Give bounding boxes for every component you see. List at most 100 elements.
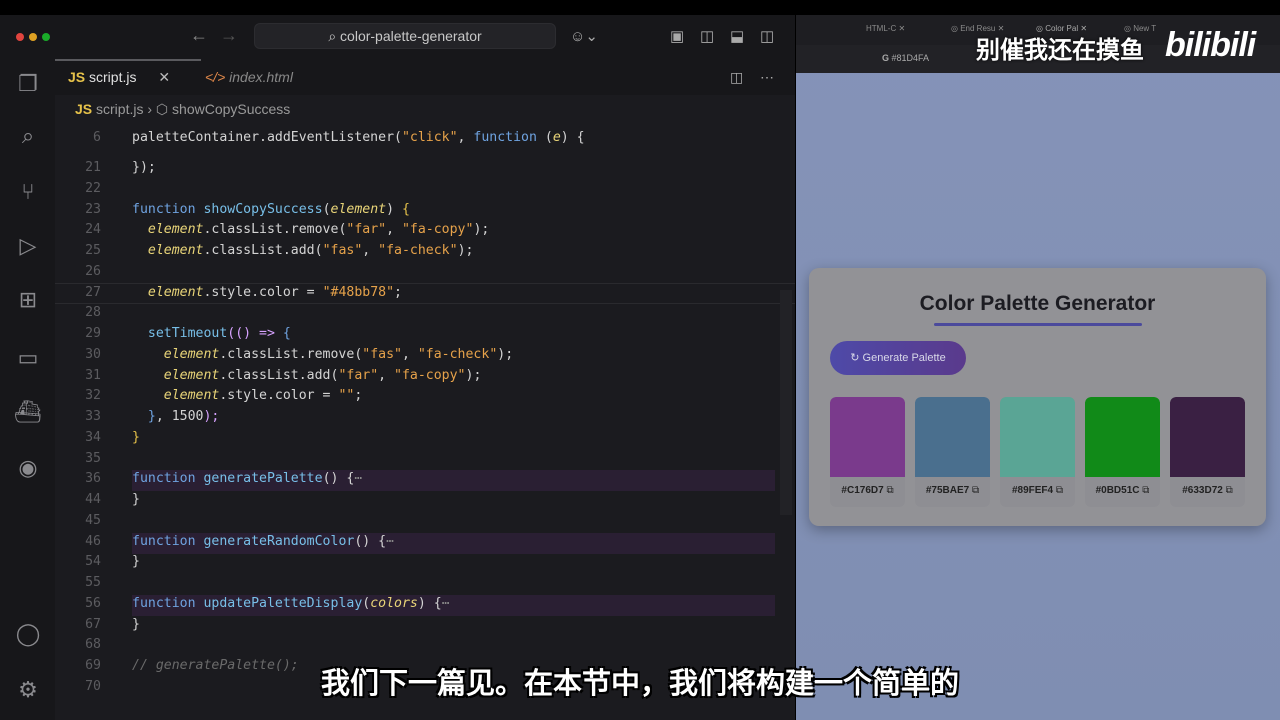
button-label: Generate Palette — [862, 352, 946, 364]
line-number: 22 — [85, 180, 101, 196]
code-line: function updatePaletteDisplay(colors) {⋯ — [132, 596, 450, 611]
toggle-secondary-sidebar-icon[interactable]: ◫ — [760, 27, 774, 45]
maximize-button[interactable] — [42, 33, 50, 41]
code-line: function generateRandomColor() {⋯ — [132, 534, 394, 549]
url-text: #81D4FA — [891, 53, 930, 63]
github-icon[interactable]: ◉ — [14, 455, 42, 481]
code-token: ⋯ — [354, 471, 363, 487]
code-token: .classList.remove( — [219, 346, 363, 362]
line-number: 23 — [85, 201, 101, 217]
code-token: element — [330, 201, 387, 217]
copy-icon[interactable]: ⧉ — [1223, 485, 1233, 496]
code-line: } — [132, 554, 140, 569]
scrollbar[interactable] — [780, 290, 792, 515]
html-file-icon: </> — [205, 69, 226, 85]
swatch-hex: #75BAE7 ⧉ — [915, 477, 990, 505]
copy-icon[interactable]: ⧉ — [1140, 485, 1149, 496]
remote-explorer-icon[interactable]: ▭ — [14, 345, 42, 371]
run-debug-icon[interactable]: ▷ — [14, 233, 42, 259]
code-token: generateRandomColor — [203, 533, 355, 549]
line-number: 33 — [85, 409, 101, 425]
hex-label: #0BD51C — [1095, 485, 1140, 496]
copy-icon[interactable]: ⧉ — [969, 485, 979, 496]
code-token: generatePalette — [203, 471, 323, 487]
code-token: function — [132, 471, 204, 487]
copilot-icon[interactable]: ☺⌄ — [570, 27, 598, 45]
close-tab-icon[interactable]: ✕ — [158, 69, 170, 85]
swatch-color[interactable] — [830, 397, 905, 477]
tab-index-html[interactable]: </> index.html — [205, 59, 293, 95]
line-number: 27 — [85, 284, 101, 300]
back-icon[interactable]: ← — [190, 25, 208, 46]
code-token: "fa-copy" — [401, 222, 474, 238]
color-swatch[interactable]: #633D72 ⧉ — [1170, 397, 1245, 507]
swatch-color[interactable] — [915, 397, 990, 477]
color-swatch[interactable]: #89FEF4 ⧉ — [1000, 397, 1075, 507]
tab-script-js[interactable]: JS script.js ✕ — [68, 59, 170, 95]
editor-tabs: JS script.js ✕ </> index.html ◫ ⋯ — [55, 59, 795, 95]
more-actions-icon[interactable]: ⋯ — [760, 59, 774, 95]
subtitle: 我们下一篇见。在本节中，我们将构建一个简单的 — [320, 668, 959, 700]
code-token: function — [473, 130, 537, 145]
line-number: 34 — [85, 429, 101, 445]
code-token: ; — [354, 388, 363, 404]
swatch-color[interactable] — [1170, 397, 1245, 477]
code-token: { — [282, 326, 291, 342]
customize-layout-icon[interactable]: ▣ — [670, 27, 684, 45]
code-token: ); — [465, 367, 482, 383]
toggle-sidebar-icon[interactable]: ◫ — [700, 27, 714, 45]
color-swatch[interactable]: #C176D7 ⧉ — [830, 397, 905, 507]
code-token: element — [132, 367, 220, 383]
breadcrumb-file[interactable]: script.js — [96, 101, 143, 117]
code-token: { — [401, 201, 410, 217]
line-number: 24 — [85, 222, 101, 238]
account-icon[interactable]: ◯ — [14, 621, 42, 647]
hex-label: #C176D7 — [841, 485, 884, 496]
line-number: 25 — [85, 243, 101, 259]
code-token: () { — [322, 471, 355, 487]
code-token: setTimeout — [132, 326, 228, 342]
code-line: } — [132, 492, 140, 507]
color-swatch[interactable]: #0BD51C ⧉ — [1085, 397, 1160, 507]
code-token: (() => — [227, 326, 283, 342]
line-number: 55 — [85, 575, 101, 591]
breadcrumb-symbol[interactable]: showCopySuccess — [172, 101, 290, 117]
code-token: "fa-copy" — [394, 367, 466, 383]
swatch-color[interactable] — [1000, 397, 1075, 477]
code-token: } — [132, 554, 140, 570]
code-token: ( — [536, 130, 553, 145]
toggle-panel-icon[interactable]: ⬓ — [730, 27, 744, 45]
swatch-color[interactable] — [1085, 397, 1160, 477]
code-token: "fas" — [362, 346, 402, 362]
extensions-icon[interactable]: ⊞ — [14, 287, 42, 313]
code-token: .style.color = — [203, 284, 323, 300]
line-number: 56 — [85, 595, 101, 611]
source-control-icon[interactable]: ⑂ — [14, 179, 42, 205]
forward-icon[interactable]: → — [220, 25, 238, 46]
code-token: function — [132, 201, 204, 217]
close-button[interactable] — [16, 33, 24, 41]
copy-icon[interactable]: ⧉ — [884, 485, 893, 496]
hex-label: #75BAE7 — [925, 485, 970, 496]
tab-label: index.html — [229, 69, 293, 85]
code-token: e — [552, 130, 561, 145]
code-token: , — [362, 243, 379, 259]
code-line: }); — [132, 160, 156, 175]
generate-palette-button[interactable]: ↻ Generate Palette — [830, 341, 966, 375]
copy-icon[interactable]: ⧉ — [1053, 485, 1063, 496]
code-token: () { — [354, 533, 387, 549]
color-swatch[interactable]: #75BAE7 ⧉ — [915, 397, 990, 507]
explorer-icon[interactable]: ❐ — [14, 71, 42, 97]
command-center-search[interactable]: ⌕ color-palette-generator — [254, 23, 556, 49]
code-line: } — [132, 617, 140, 632]
code-token: paletteContainer.addEventListener( — [132, 130, 402, 145]
split-editor-icon[interactable]: ◫ — [730, 59, 743, 95]
code-token: "fa-check" — [378, 243, 458, 259]
docker-icon[interactable]: ⛴ — [14, 399, 42, 425]
browser-tab[interactable]: HTML-C ✕ — [866, 24, 905, 33]
code-token: "fa-check" — [417, 346, 498, 362]
code-token: "click" — [401, 130, 458, 145]
search-icon[interactable]: ⌕ — [14, 123, 42, 149]
line-number: 46 — [85, 533, 101, 549]
minimize-button[interactable] — [29, 33, 37, 41]
